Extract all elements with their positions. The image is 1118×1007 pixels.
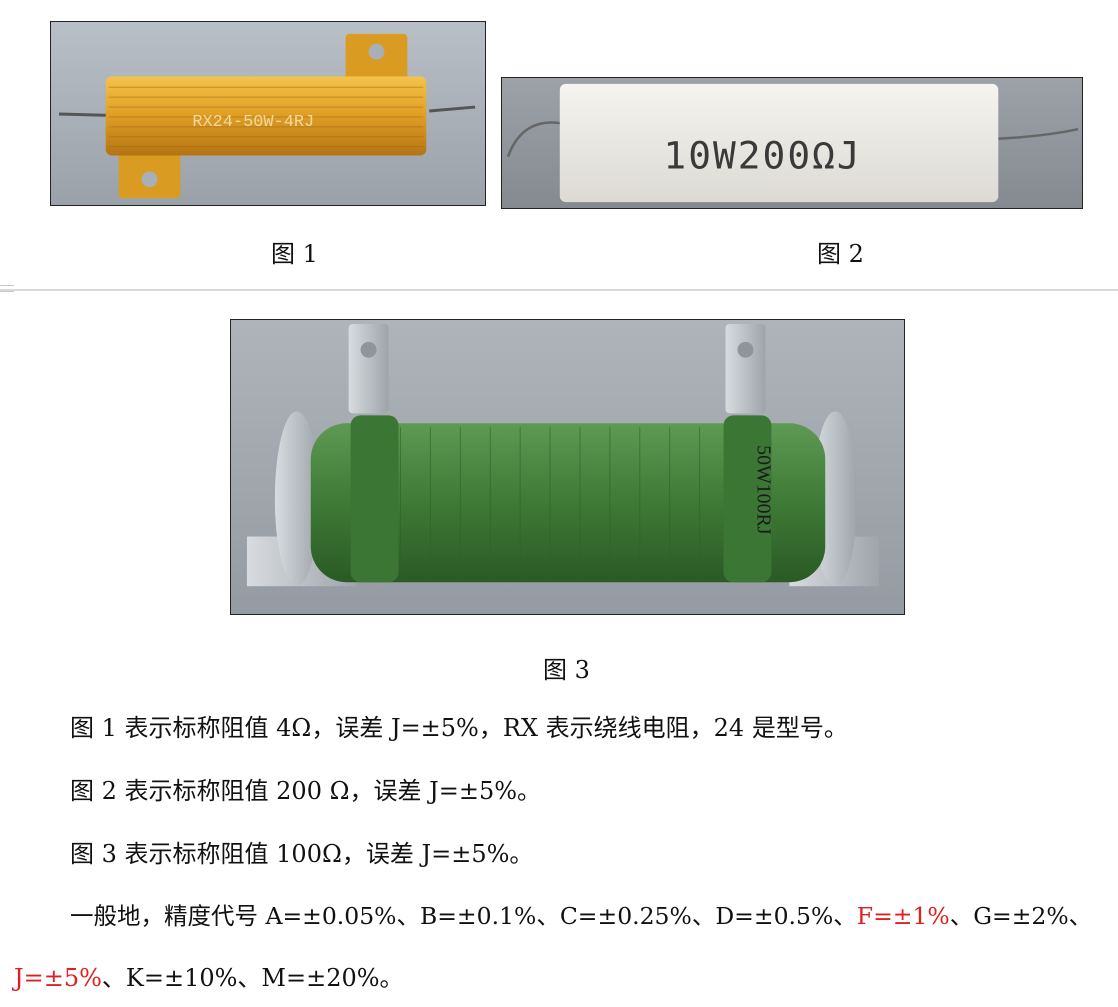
paragraph-tolerance-line-2: J=±5%、K=±10%、M=±20%。 [14,964,404,992]
tolerance-j-highlight: J=±5% [14,964,102,992]
figure-2-marking: 10W200ΩJ [663,134,861,178]
paragraph-figure-3: 图 3 表示标称阻值 100Ω，误差 J=±5%。 [70,840,534,868]
gold-resistor-image: RX24-50W-4RJ [51,22,485,205]
figure-2-photo: 10W200ΩJ [501,77,1083,209]
figure-3-marking: 50W100RJ [752,445,774,535]
figure-3-photo: 50W100RJ [230,319,905,615]
tolerance-text-2: 、G=±2%、 [949,902,1093,930]
section-separator [0,289,1118,291]
green-resistor-image: 50W100RJ [231,320,904,614]
tolerance-text-3: 、K=±10%、M=±20%。 [101,964,404,992]
figure-1-marking: RX24-50W-4RJ [192,113,314,132]
figure-2-caption: 图 2 [817,240,864,268]
tolerance-f-highlight: F=±1% [856,902,950,930]
paragraph-figure-2: 图 2 表示标称阻值 200 Ω，误差 J=±5%。 [70,777,542,805]
ceramic-resistor-image: 10W200ΩJ [502,78,1082,208]
tolerance-text-1: 一般地，精度代号 A=±0.05%、B=±0.1%、C=±0.25%、D=±0.… [70,902,857,930]
figure-3-caption: 图 3 [543,656,590,684]
figure-1-caption: 图 1 [271,240,318,268]
paragraph-figure-1: 图 1 表示标称阻值 4Ω，误差 J=±5%，RX 表示绕线电阻，24 是型号。 [70,714,848,742]
paragraph-tolerance-line-1: 一般地，精度代号 A=±0.05%、B=±0.1%、C=±0.25%、D=±0.… [70,902,1092,930]
figure-1-photo: RX24-50W-4RJ [50,21,486,206]
